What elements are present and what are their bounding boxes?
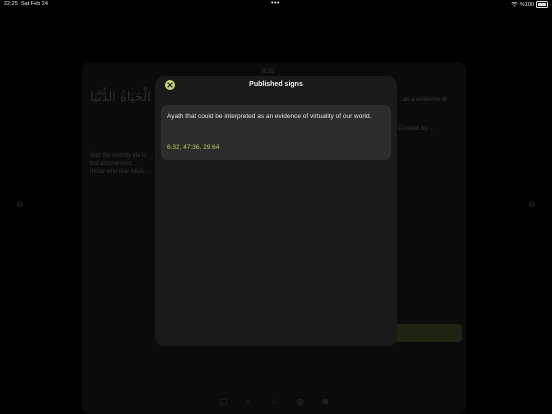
tab-globe-icon[interactable]: ◎ [297,397,304,406]
modal-title: Published signs [249,81,303,88]
background-time: 6:32 [262,68,275,75]
status-right: %100 [511,1,548,8]
status-time: 22:25 [4,1,18,7]
sign-description: Ayath that could be interpreted as an ev… [167,113,372,120]
status-date: Sat Feb 24 [21,1,48,7]
multitasking-dots[interactable]: ••• [271,0,280,7]
background-action-button[interactable] [392,324,462,342]
status-bar: 22:25 Sat Feb 24 ••• %100 [0,0,552,10]
next-arrow-icon[interactable]: ⊖ [528,199,536,210]
tab-home-icon[interactable]: ⌂ [272,397,277,406]
battery-icon [536,1,548,8]
modal-header: Published signs [155,76,397,96]
background-left-text-1: ... [90,142,95,148]
wifi-icon [511,2,518,7]
battery-percent: %100 [519,1,534,8]
tab-calendar-icon[interactable]: ▢ [220,397,228,406]
previous-arrow-icon[interactable]: ⊖ [16,199,24,210]
sign-card[interactable]: Ayath that could be interpreted as an ev… [161,105,391,160]
tab-search-icon[interactable]: ⌕ [246,397,250,407]
sign-references[interactable]: 6:32, 47:36, 29:64 [167,144,219,151]
background-right-text-1: ...as a evidence of [398,97,447,103]
tab-settings-icon[interactable]: ⊗ [322,397,329,406]
background-right-text-2: Created by: ... [398,126,436,132]
background-left-text-2: And the worldly life is ... but amusemen… [90,153,154,175]
published-signs-modal: Published signs Ayath that could be inte… [155,76,397,346]
